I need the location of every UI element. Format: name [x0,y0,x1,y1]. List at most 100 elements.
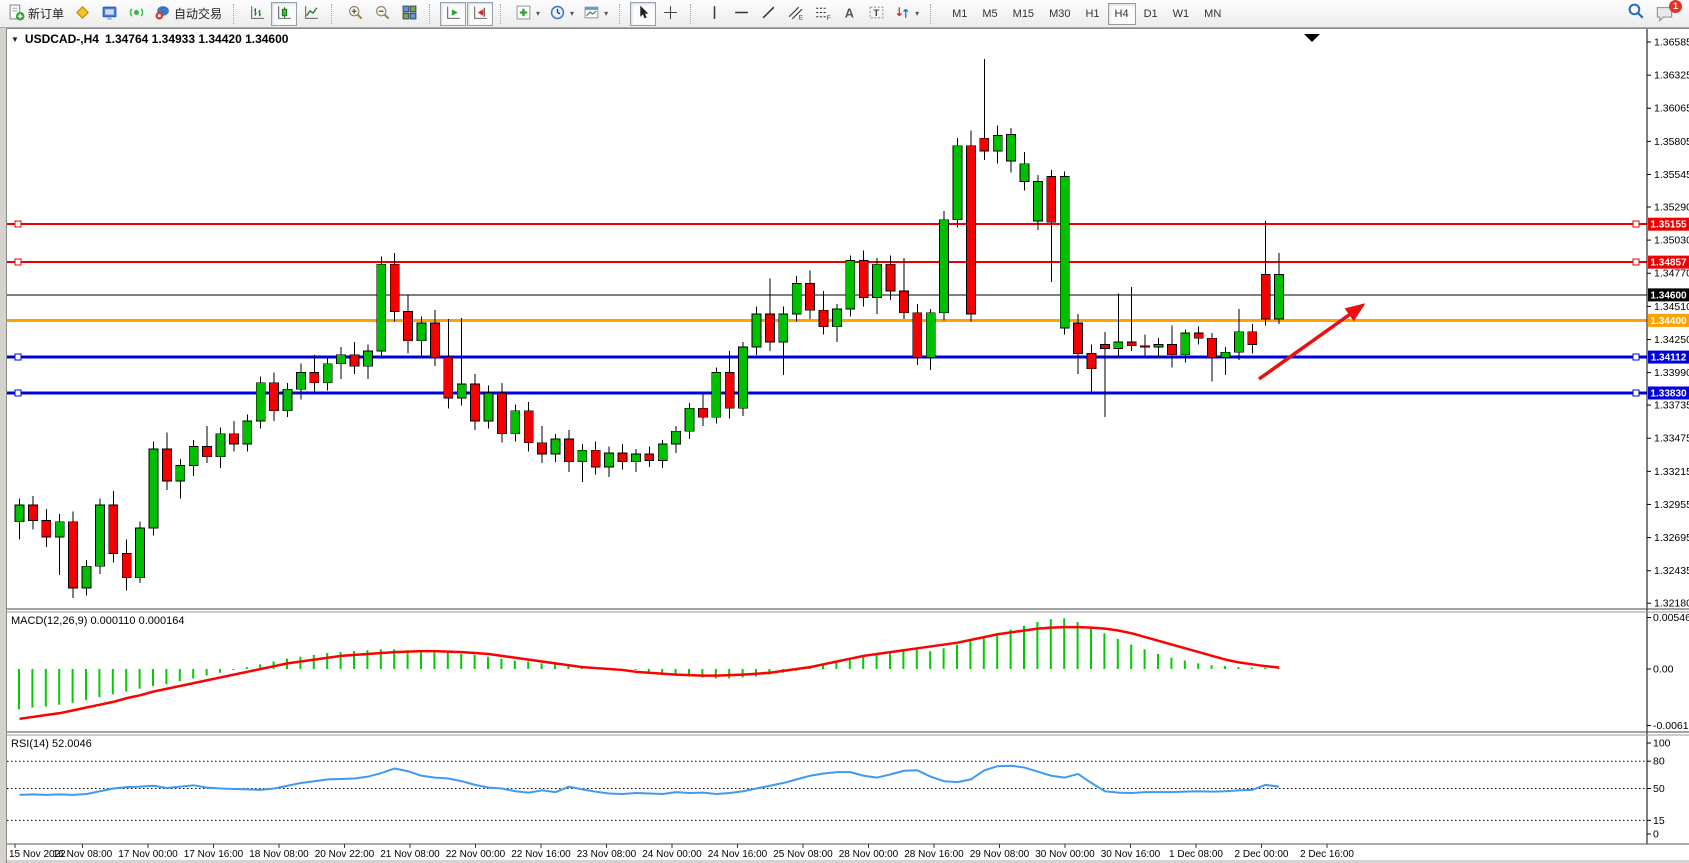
candle-body [1020,164,1029,182]
toolbar: 新订单 自动交易 ▾ ▾ [0,0,1689,28]
candle-body [926,313,935,358]
auto-scroll-button[interactable] [440,2,466,26]
candle-body [377,264,386,351]
arrow-tools-icon [894,4,911,24]
price-tick-label: 1.32955 [1654,499,1689,511]
price-tick-label: 1.33735 [1654,400,1689,412]
candlestick-icon [276,4,293,24]
zoom-out-button[interactable] [369,2,395,26]
timeframe-button-d1[interactable]: D1 [1137,3,1165,25]
timeframe-button-m15[interactable]: M15 [1006,3,1041,25]
timeframe-button-mn[interactable]: MN [1197,3,1228,25]
price-tick-label: 1.34250 [1654,334,1689,346]
crosshair-button[interactable] [657,2,683,26]
arrow-tools-button[interactable]: ▾ [890,2,923,26]
candle-body [1234,332,1243,352]
candle-body [444,357,453,398]
text-label-button[interactable]: T [863,2,889,26]
level-handle[interactable] [1633,221,1639,227]
candle-body [899,291,908,313]
level-handle[interactable] [15,259,21,265]
time-axis-label: 22 Nov 16:00 [511,849,571,860]
new-order-button[interactable]: 新订单 [4,2,68,26]
notifications-button[interactable]: 1 [1655,5,1675,23]
market-watch-button[interactable] [96,2,122,26]
dropdown-caret-icon: ▾ [570,9,574,18]
dropdown-caret-icon: ▾ [536,9,540,18]
candle-body [484,393,493,421]
time-axis-label: 24 Nov 16:00 [708,849,768,860]
time-axis-label: 22 Nov 00:00 [446,849,506,860]
search-icon[interactable] [1627,2,1645,25]
candle-body [792,283,801,314]
equidistant-channel-button[interactable]: E [782,2,808,26]
collapse-caret-icon[interactable]: ▼ [11,35,19,44]
line-chart-button[interactable] [298,2,324,26]
fibonacci-button[interactable]: F [809,2,835,26]
time-axis-label: 24 Nov 00:00 [642,849,702,860]
candle-body [69,522,78,588]
horizontal-line-button[interactable] [728,2,754,26]
level-handle[interactable] [1633,354,1639,360]
add-indicator-button[interactable]: ▾ [511,2,544,26]
candle-body [1167,345,1176,355]
time-axis-label: 20 Nov 22:00 [315,849,375,860]
periods-button[interactable]: ▾ [545,2,578,26]
time-axis-label: 17 Nov 00:00 [118,849,178,860]
tile-windows-button[interactable] [396,2,422,26]
price-level-badge-text: 1.34400 [1650,316,1687,327]
candle-body [645,454,654,460]
zoom-in-button[interactable] [342,2,368,26]
cursor-button[interactable] [630,2,656,26]
level-handle[interactable] [15,221,21,227]
macd-axis-label: 0.005469 [1653,612,1689,624]
chart-window[interactable]: 1.365851.363251.360651.358051.355451.352… [6,28,1689,863]
timeframe-button-w1[interactable]: W1 [1166,3,1197,25]
timeframe-button-h4[interactable]: H4 [1108,3,1136,25]
candle-body [605,453,614,467]
text-label-icon: T [868,4,885,24]
autotrading-label: 自动交易 [174,5,222,22]
macd-label: MACD(12,26,9) 0.000110 0.000164 [11,615,184,627]
timeframe-button-h1[interactable]: H1 [1078,3,1106,25]
candle-body [1208,338,1217,357]
chart-canvas[interactable]: 1.365851.363251.360651.358051.355451.352… [7,29,1689,863]
signals-icon [128,4,145,24]
chart-shift-button[interactable] [467,2,493,26]
candle-body [390,264,399,311]
text-button[interactable]: A [836,2,862,26]
candle-body [765,314,774,342]
candlestick-button[interactable] [271,2,297,26]
vertical-line-button[interactable] [701,2,727,26]
signals-button[interactable] [123,2,149,26]
autotrading-button[interactable]: 自动交易 [150,2,226,26]
candle-body [162,449,171,481]
candle-body [1141,346,1150,347]
templates-button[interactable]: ▾ [579,2,612,26]
notification-badge: 1 [1669,0,1682,13]
periods-clock-icon [549,4,566,24]
trendline-button[interactable] [755,2,781,26]
level-handle[interactable] [1633,259,1639,265]
candle-body [1114,342,1123,348]
time-axis-label: 30 Nov 16:00 [1101,849,1161,860]
candle-body [940,220,949,313]
auto-scroll-icon [445,4,462,24]
timeframe-button-m30[interactable]: M30 [1042,3,1077,25]
timeframe-button-m1[interactable]: M1 [945,3,974,25]
bar-chart-button[interactable] [244,2,270,26]
level-handle[interactable] [15,354,21,360]
candle-body [323,364,332,383]
candle-body [15,505,24,522]
timeframe-button-m5[interactable]: M5 [975,3,1004,25]
level-handle[interactable] [15,390,21,396]
metaeditor-button[interactable] [69,2,95,26]
macd-panel: 0.0054690.00-0.006124 [19,612,1689,732]
timeframe-group: M1M5M15M30H1H4D1W1MN [945,3,1228,25]
new-order-label: 新订单 [28,5,64,22]
candle-body [578,450,587,461]
trendline-icon [760,4,777,24]
candle-body [497,393,506,434]
level-handle[interactable] [1633,390,1639,396]
candle-body [953,146,962,220]
